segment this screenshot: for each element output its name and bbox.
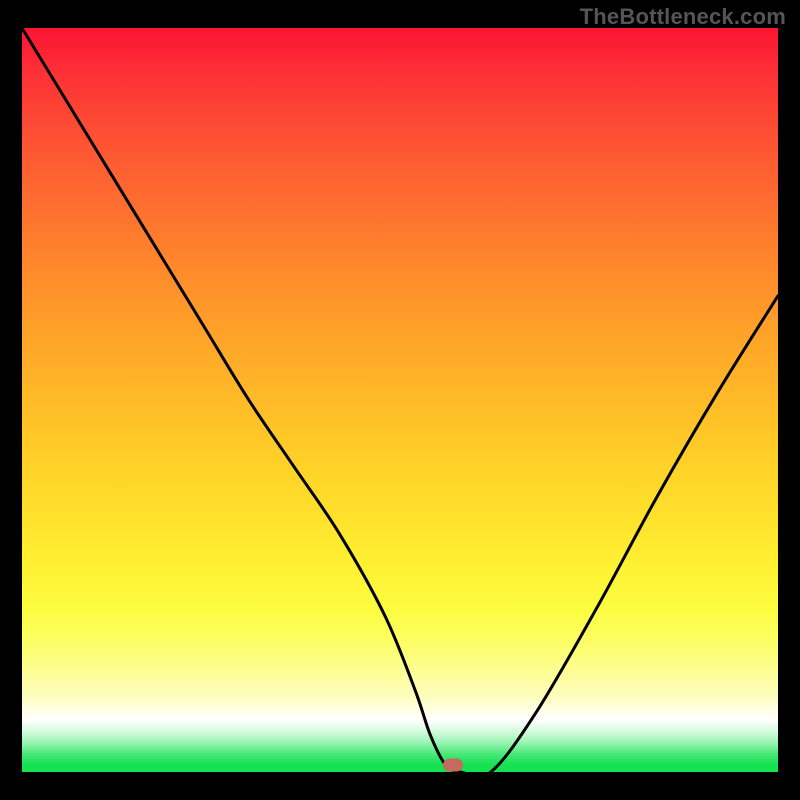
bottleneck-curve — [22, 28, 778, 772]
watermark-text: TheBottleneck.com — [580, 4, 786, 30]
plot-area — [22, 28, 778, 772]
chart-frame: TheBottleneck.com — [0, 0, 800, 800]
bottleneck-marker — [443, 759, 463, 772]
